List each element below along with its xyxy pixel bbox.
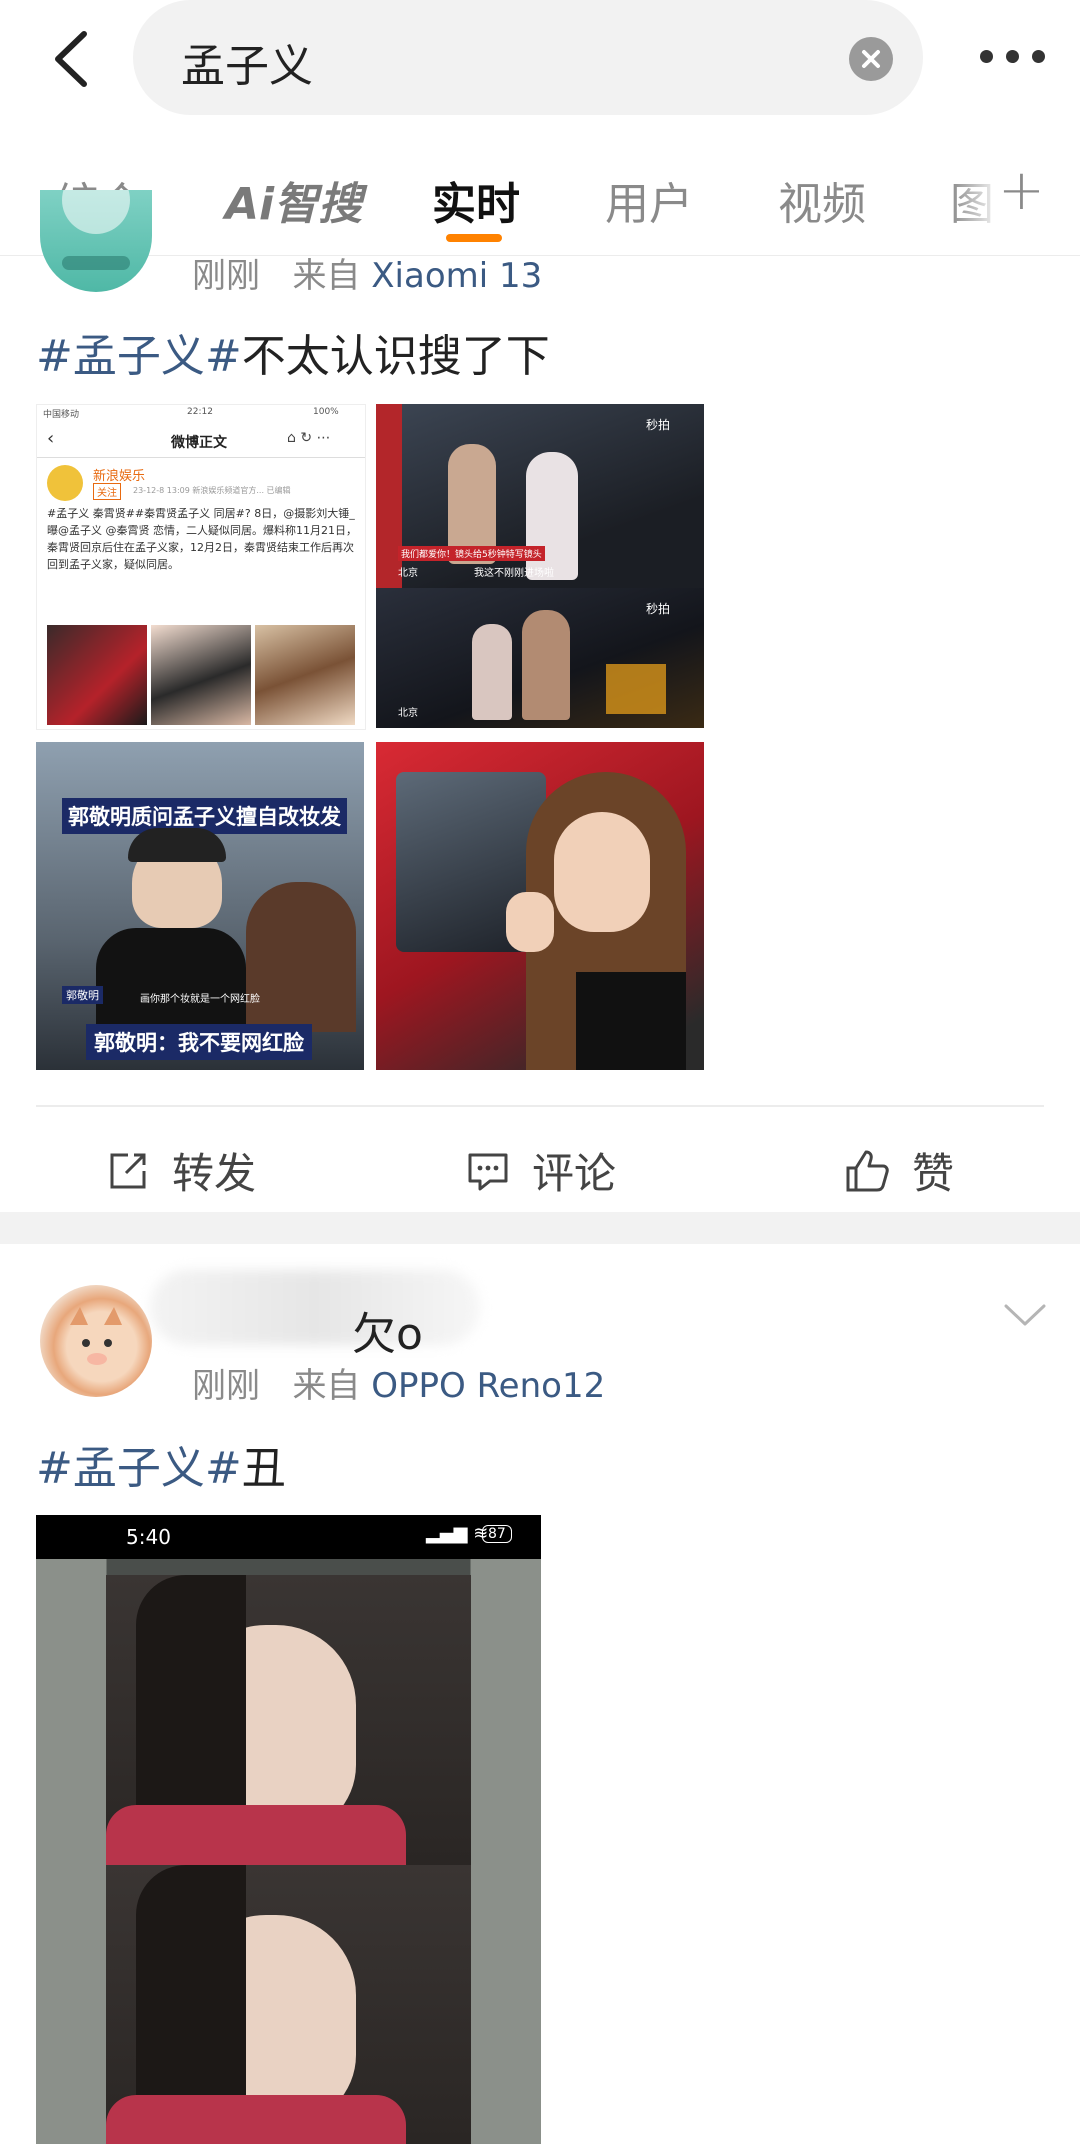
- tab-videos[interactable]: 视频: [778, 168, 866, 232]
- top-bar: 孟子义: [0, 0, 1080, 130]
- post-text: #孟子义#丑: [36, 1443, 286, 1494]
- post-image-4[interactable]: [376, 742, 704, 1070]
- chevron-down-icon[interactable]: [1002, 1300, 1048, 1334]
- thumbs-up-icon: [846, 1150, 889, 1191]
- username-blurred: [150, 1270, 480, 1345]
- post-text: #孟子义#不太认识搜了下: [36, 331, 550, 382]
- device-source: OPPO Reno12: [371, 1366, 606, 1406]
- comment-button[interactable]: 评论: [466, 1140, 616, 1201]
- active-tab-indicator: [446, 234, 502, 242]
- post-meta: 刚刚 来自 Xiaomi 13: [192, 256, 543, 296]
- search-input[interactable]: 孟子义: [133, 0, 923, 115]
- tab-realtime[interactable]: 实时: [432, 168, 520, 232]
- avatar[interactable]: [40, 190, 152, 292]
- back-arrow-icon[interactable]: [40, 24, 110, 94]
- post-image-1[interactable]: 中国移动 22:12 100% ‹ 微博正文 ⌂ ↻ ⋯ 新浪娱乐 关注 23-…: [36, 404, 366, 730]
- tab-users[interactable]: 用户: [605, 168, 693, 232]
- post-image-3[interactable]: 郭敬明质问孟子义擅自改妆发 郭敬明 画你那个妆就是一个网红脸 郭敬明：我不要网红…: [36, 742, 364, 1070]
- topic-link[interactable]: #孟子义#: [36, 1443, 242, 1494]
- avatar[interactable]: [40, 1285, 152, 1397]
- repost-button[interactable]: 转发: [106, 1140, 256, 1201]
- add-tab-icon[interactable]: +: [998, 158, 1045, 223]
- like-button[interactable]: 赞: [844, 1140, 954, 1201]
- post-actions: 转发 评论 赞: [0, 1120, 1080, 1210]
- device-source: Xiaomi 13: [371, 256, 543, 296]
- search-query[interactable]: 孟子义: [181, 30, 313, 94]
- post-meta: 刚刚 来自 OPPO Reno12: [192, 1366, 606, 1406]
- username[interactable]: 欠o: [352, 1298, 423, 1362]
- clear-search-button[interactable]: [849, 37, 893, 81]
- search-tabs: 综合 Ai智搜 实时 用户 视频 图 +: [0, 150, 1080, 256]
- post-image-1[interactable]: 5:40 ▂▄▆ ≋ 87: [36, 1515, 541, 2144]
- post-separator: [0, 1212, 1080, 1244]
- comment-icon: [468, 1153, 508, 1190]
- divider: [36, 1105, 1044, 1107]
- more-options-icon[interactable]: [980, 48, 1070, 72]
- post-image-2[interactable]: 秒拍 我们都爱你！镜头给5秒钟特写镜头 我这不刚刚进场啦 北京 秒拍 北京: [376, 404, 704, 728]
- topic-link[interactable]: #孟子义#: [36, 331, 242, 382]
- repost-icon: [110, 1153, 146, 1188]
- tab-ai-search[interactable]: Ai智搜: [225, 168, 362, 232]
- close-icon: [862, 50, 880, 68]
